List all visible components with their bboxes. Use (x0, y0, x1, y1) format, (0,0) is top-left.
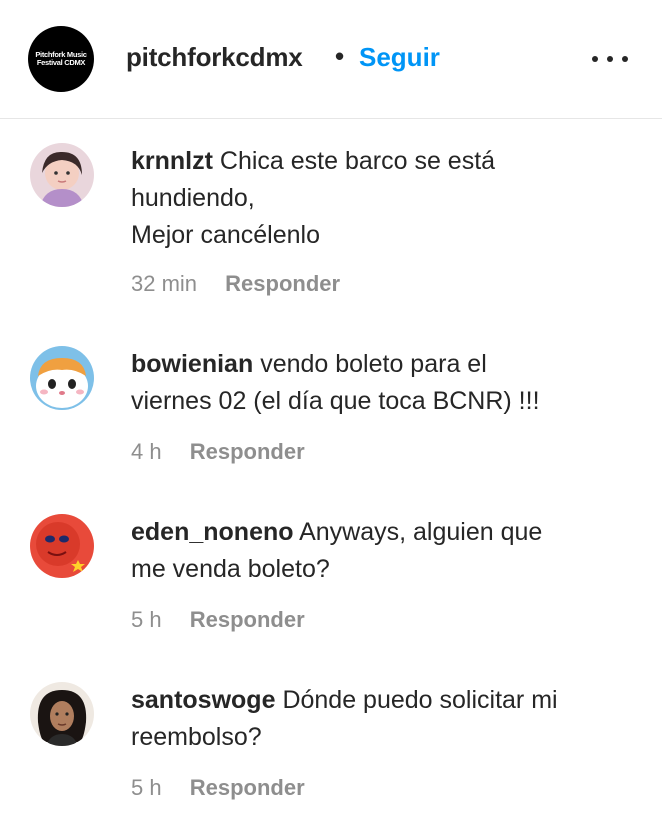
avatar[interactable] (30, 682, 94, 746)
dot-icon (592, 56, 598, 62)
avatar[interactable] (30, 346, 94, 410)
reply-button[interactable]: Responder (190, 439, 305, 464)
logo-text: Pitchfork Music Festival CDMX (35, 50, 87, 67)
comment-username[interactable]: krnnlzt (131, 147, 213, 175)
comment-meta: 5 h Responder (131, 607, 305, 633)
separator-dot: • (335, 41, 345, 71)
dot-icon (622, 56, 628, 62)
comment-meta: 4 h Responder (131, 439, 305, 465)
comment-username[interactable]: eden_noneno (131, 518, 294, 546)
follow-button[interactable]: Seguir (359, 42, 440, 73)
comment-time: 4 h (131, 439, 162, 464)
comment-text: eden_noneno Anyways, alguien que me venda… (131, 514, 641, 588)
comment-time: 5 h (131, 775, 162, 800)
account-avatar[interactable]: Pitchfork Music Festival CDMX (28, 26, 94, 92)
comment-username[interactable]: bowienian (131, 350, 253, 378)
comment-time: 5 h (131, 607, 162, 632)
avatar[interactable] (30, 143, 94, 207)
account-name[interactable]: pitchforkcdmx (126, 42, 303, 73)
comment-meta: 5 h Responder (131, 775, 305, 801)
dot-icon (607, 56, 613, 62)
comment-meta: 32 min Responder (131, 271, 340, 297)
more-options-icon[interactable] (592, 48, 628, 70)
post-header: Pitchfork Music Festival CDMX pitchforkc… (0, 0, 662, 119)
comment-text: krnnlzt Chica este barco se está hundiend… (131, 143, 641, 254)
comment-text: santoswoge Dónde puedo solicitar mi reemb… (131, 682, 641, 756)
reply-button[interactable]: Responder (190, 607, 305, 632)
comment-text: bowienian vendo boleto para el viernes 02… (131, 346, 641, 420)
comment-username[interactable]: santoswoge (131, 686, 275, 714)
reply-button[interactable]: Responder (225, 271, 340, 296)
reply-button[interactable]: Responder (190, 775, 305, 800)
avatar[interactable] (30, 514, 94, 578)
comment-time: 32 min (131, 271, 198, 296)
